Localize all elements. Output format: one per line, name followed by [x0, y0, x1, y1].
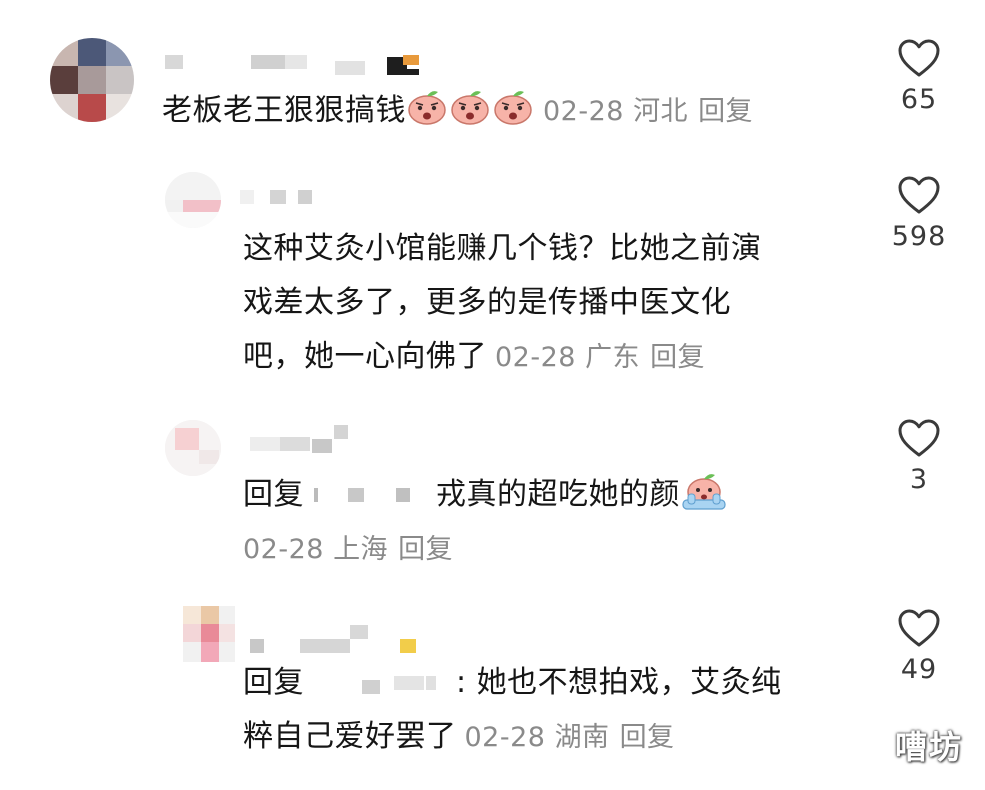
like-button[interactable]: 65	[879, 38, 959, 115]
avatar[interactable]	[165, 420, 221, 476]
heart-outline-icon[interactable]	[897, 38, 941, 78]
peach-face-emoji-icon	[492, 88, 534, 126]
comment-1: 老板老王狠狠搞钱 02-28 河北 回复	[162, 84, 862, 139]
comment-3-text: 戎真的超吃她的颜	[436, 477, 680, 512]
reply-prefix: 回复	[243, 665, 304, 700]
comment-date: 02-28	[495, 342, 576, 373]
reply-button[interactable]: 回复	[650, 342, 705, 373]
like-count: 3	[909, 464, 929, 495]
like-count: 49	[900, 654, 938, 685]
heart-outline-icon[interactable]	[897, 418, 941, 458]
peach-face-emoji-icon	[680, 472, 728, 510]
avatar[interactable]	[50, 38, 134, 122]
like-count: 65	[900, 84, 938, 115]
heart-outline-icon[interactable]	[897, 175, 941, 215]
comment-2: 这种艾灸小馆能赚几个钱？比她之前演 戏差太多了，更多的是传播中医文化 吧，她一心…	[243, 222, 873, 385]
reply-button[interactable]: 回复	[398, 534, 453, 565]
reply-button[interactable]: 回复	[620, 722, 675, 753]
avatar[interactable]	[183, 606, 235, 662]
comment-location: 湖南	[554, 722, 610, 753]
reply-button[interactable]: 回复	[698, 96, 753, 127]
comment-location: 河北	[633, 96, 689, 127]
comment-date: 02-28	[243, 534, 324, 565]
username-mosaic[interactable]	[240, 190, 330, 210]
avatar[interactable]	[165, 172, 221, 228]
comment-date: 02-28	[464, 722, 546, 753]
peach-face-emoji-icon	[449, 88, 491, 126]
comment-4-line: : 她也不想拍戏，艾灸纯	[456, 665, 782, 700]
peach-face-emoji-icon	[406, 88, 448, 126]
comment-2-line: 戏差太多了，更多的是传播中医文化	[243, 285, 731, 320]
like-button[interactable]: 49	[879, 608, 959, 685]
comment-location: 上海	[333, 534, 389, 565]
mentioned-username-mosaic[interactable]	[304, 666, 456, 696]
comment-location: 广东	[585, 342, 641, 373]
username-mosaic[interactable]	[165, 55, 425, 75]
comment-4: 回复: 她也不想拍戏，艾灸纯 粹自己爱好罢了 02-28 湖南 回复	[243, 656, 863, 765]
like-button[interactable]: 3	[879, 418, 959, 495]
comment-2-line: 这种艾灸小馆能赚几个钱？比她之前演	[243, 231, 762, 266]
reply-prefix: 回复	[243, 477, 304, 512]
comment-2-line: 吧，她一心向佛了	[243, 339, 487, 374]
comment-4-line: 粹自己爱好罢了	[243, 719, 457, 754]
comment-1-text: 老板老王狠狠搞钱	[162, 93, 406, 128]
like-button[interactable]: 598	[879, 175, 959, 252]
comment-3: 回复 戎真的超吃她的颜 02-28 上海 回复	[243, 468, 863, 577]
watermark: 嘈坊	[894, 728, 963, 766]
heart-outline-icon[interactable]	[897, 608, 941, 648]
like-count: 598	[891, 221, 947, 252]
username-mosaic[interactable]	[250, 625, 430, 653]
username-mosaic[interactable]	[250, 425, 360, 453]
mentioned-username-mosaic[interactable]	[304, 478, 436, 508]
comment-date: 02-28	[543, 96, 624, 127]
